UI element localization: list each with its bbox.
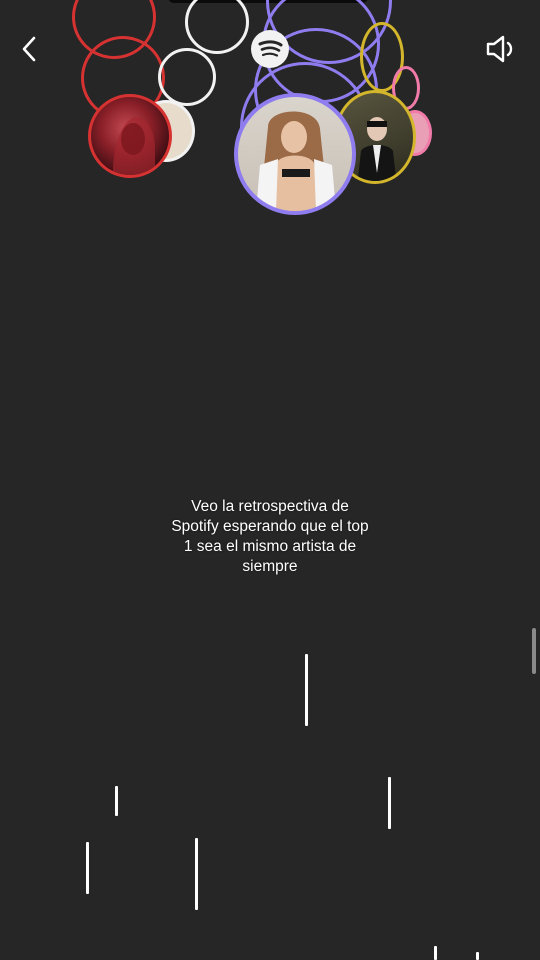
falling-line — [305, 654, 308, 726]
falling-line — [434, 946, 437, 960]
spotify-icon — [251, 30, 289, 68]
caption-line: 1 sea el mismo artista de — [183, 538, 357, 555]
artist-photo[interactable] — [234, 93, 356, 215]
chevron-left-icon — [22, 36, 36, 62]
speaker-icon — [486, 35, 513, 63]
bubble-ring-white — [158, 48, 216, 106]
falling-line — [115, 786, 118, 816]
caption-line: siempre — [242, 558, 298, 575]
caption-line: Spotify esperando que el top — [171, 518, 369, 535]
falling-line — [86, 842, 89, 894]
sound-button[interactable] — [480, 30, 520, 68]
caption-line: Veo la retrospectiva de — [191, 498, 349, 515]
falling-line — [195, 838, 198, 910]
artist-photo[interactable] — [88, 94, 172, 178]
falling-line — [388, 777, 391, 829]
falling-line — [476, 952, 479, 960]
bubble-ring-white — [185, 0, 249, 54]
back-button[interactable] — [12, 32, 46, 66]
scroll-indicator[interactable] — [532, 628, 536, 674]
story-caption: Veo la retrospectiva de Spotify esperand… — [150, 497, 390, 577]
